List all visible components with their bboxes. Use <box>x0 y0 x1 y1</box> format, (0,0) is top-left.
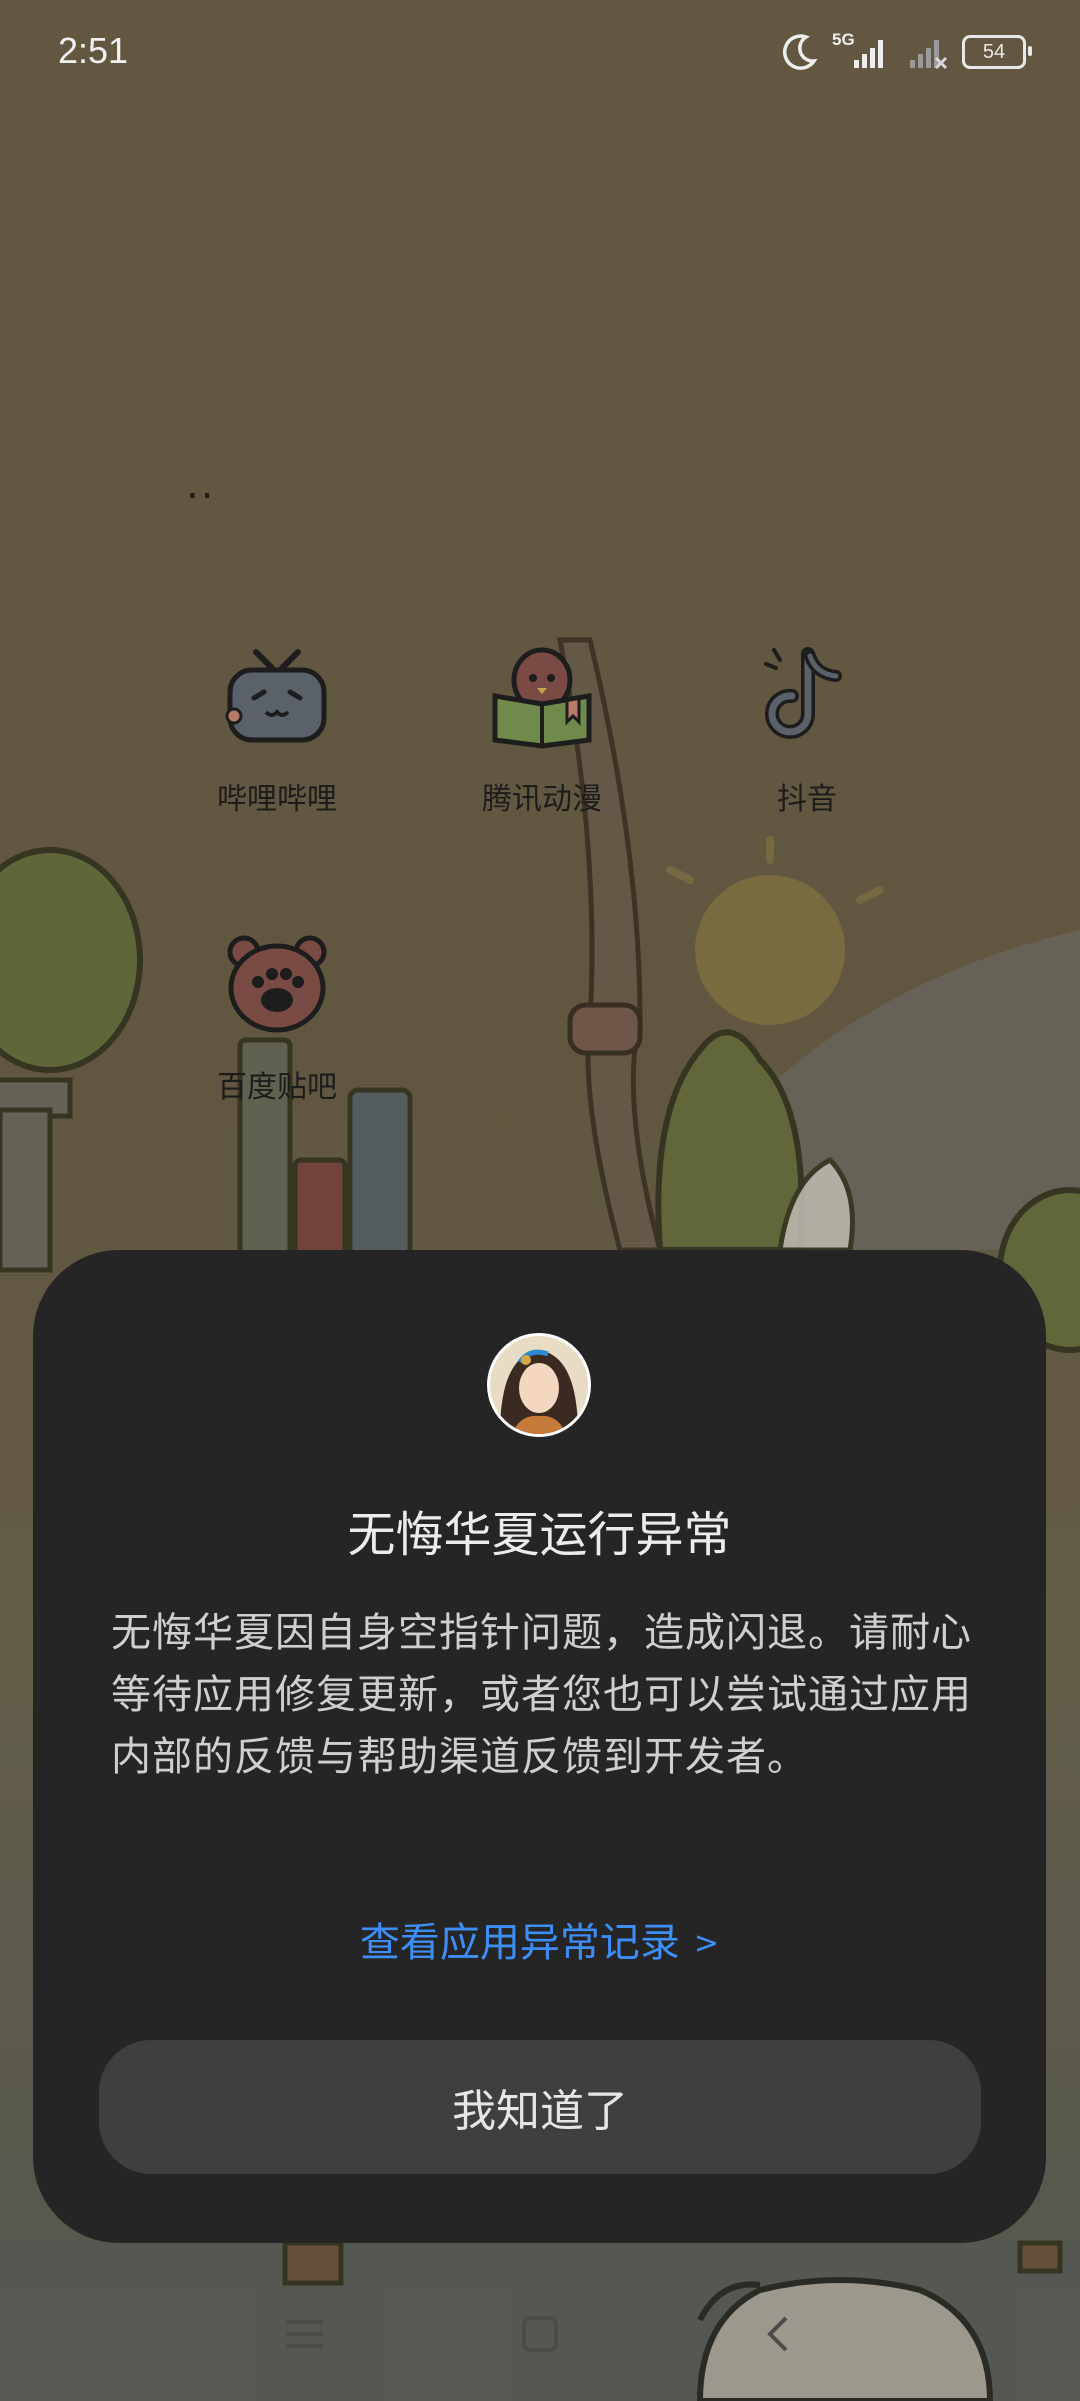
no-signal-icon <box>910 40 948 70</box>
view-crash-log-label: 查看应用异常记录 <box>359 1920 680 1966</box>
app-label: 百度贴吧 <box>217 1070 337 1105</box>
app-baidu-tieba[interactable]: 百度贴吧 <box>177 928 377 1106</box>
music-note-icon <box>764 647 842 739</box>
status-time: 2:51 <box>58 30 129 71</box>
battery-level: 54 <box>982 40 1006 63</box>
penguin-reading-icon <box>492 647 592 749</box>
back-icon[interactable] <box>767 2316 788 2352</box>
app-crash-dialog: 无悔华夏运行异常 无悔华夏因自身空指针问题，造成闪退。请耐心等待应用修复更新，或… <box>33 1250 1046 2243</box>
app-bilibili[interactable]: 哔哩哔哩 <box>177 640 377 818</box>
bear-paw-icon <box>227 935 327 1033</box>
cellular-5g-icon: 5G <box>832 30 894 72</box>
view-crash-log-link[interactable]: 查看应用异常记录 > <box>33 1910 1046 1968</box>
app-avatar-icon <box>487 1333 591 1437</box>
do-not-disturb-moon-icon <box>783 34 818 70</box>
app-label: 哔哩哔哩 <box>217 782 337 817</box>
bilibili-tv-icon <box>225 649 327 743</box>
chevron-right-icon: > <box>693 1926 720 1961</box>
app-tencent-comics[interactable]: 腾讯动漫 <box>442 640 642 818</box>
got-it-button[interactable]: 我知道了 <box>99 2040 981 2174</box>
dialog-message: 无悔华夏因自身空指针问题，造成闪退。请耐心等待应用修复更新，或者您也可以尝试通过… <box>111 1610 972 1780</box>
app-label: 腾讯动漫 <box>482 782 602 817</box>
status-icons: 5G 54 <box>782 30 1032 74</box>
dialog-title: 无悔华夏运行异常 <box>347 1507 732 1563</box>
home-icon[interactable] <box>522 2316 558 2352</box>
folder-title: .. <box>186 462 216 508</box>
app-douyin[interactable]: 抖音 <box>707 640 907 818</box>
battery-icon: 54 <box>962 35 1032 69</box>
navigation-bar <box>287 2316 788 2352</box>
menu-icon[interactable] <box>287 2320 323 2348</box>
app-label: 抖音 <box>777 782 837 817</box>
